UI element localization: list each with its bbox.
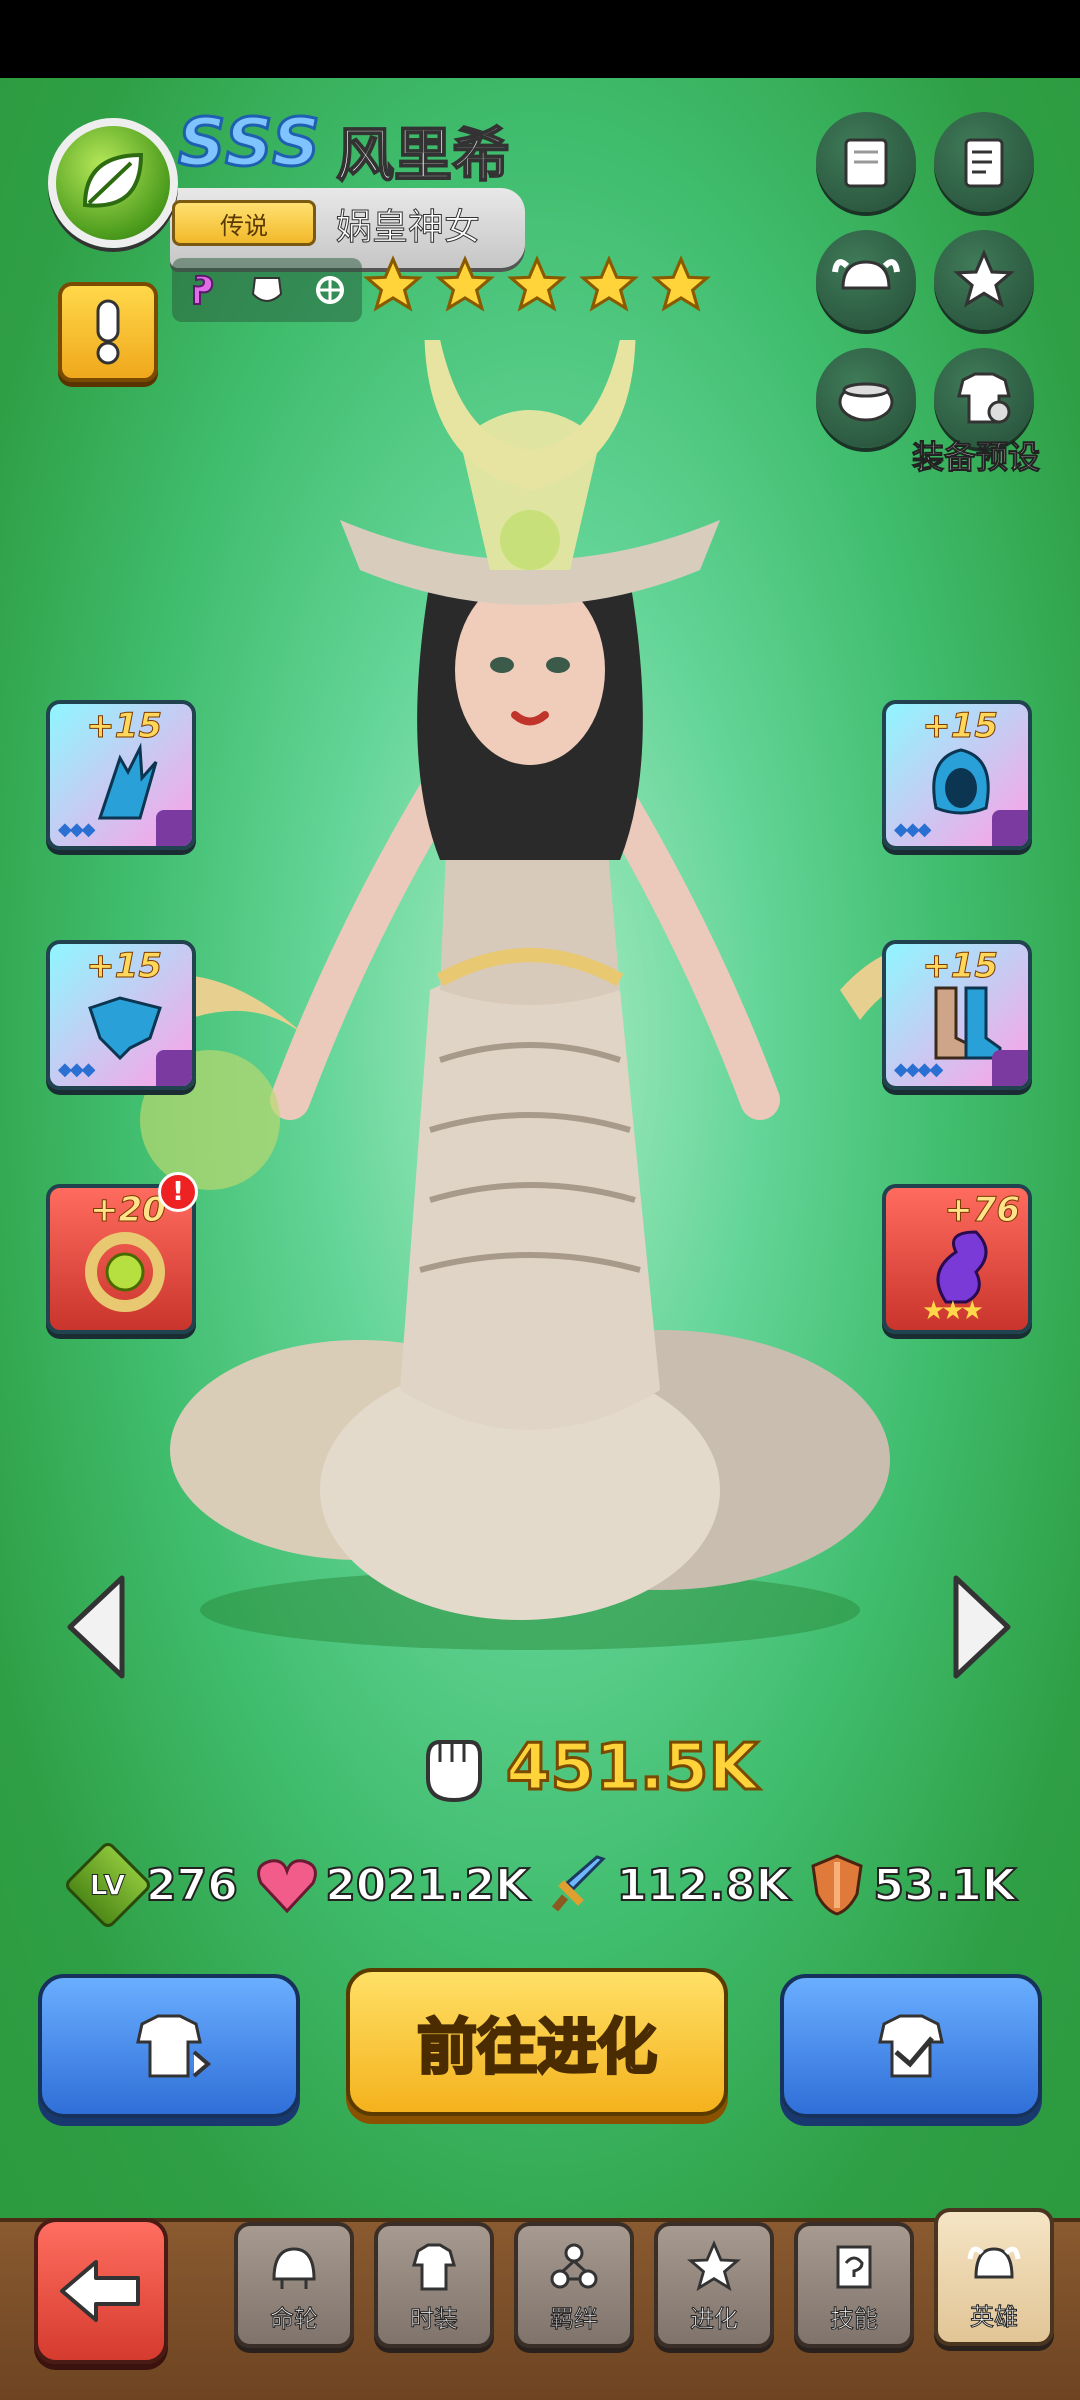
- tab-destiny-wheel[interactable]: 命轮: [234, 2222, 354, 2348]
- star-icon: [687, 2240, 741, 2292]
- lock-icon: [156, 810, 192, 846]
- star-icon: [579, 255, 639, 312]
- tab-label: 时装: [410, 2305, 459, 2334]
- combat-power: 451.5K: [418, 1728, 760, 1808]
- gem-sockets: ◆◆◆: [894, 819, 932, 840]
- trait-icons: [172, 258, 362, 322]
- tab-evolve[interactable]: 进化: [654, 2222, 774, 2348]
- lock-icon: [992, 1050, 1028, 1086]
- armor-equip-icon: [878, 2014, 944, 2078]
- tab-heroes[interactable]: 英雄: [934, 2208, 1054, 2346]
- stat-attack: 112.8K: [547, 1853, 791, 1917]
- tab-label: 羁绊: [550, 2305, 599, 2334]
- tab-fashion[interactable]: 时装: [374, 2222, 494, 2348]
- viking-helmet-icon: [967, 2246, 1021, 2279]
- lock-icon: [992, 810, 1028, 846]
- leaf-element-icon: [48, 118, 178, 248]
- status-bar: [0, 0, 1080, 78]
- stat-level: LV 276: [62, 1839, 239, 1931]
- viking-swap-icon: [832, 259, 900, 290]
- hp-value: 2021.2K: [324, 1859, 530, 1912]
- stat-hp: 2021.2K: [255, 1855, 530, 1915]
- hero-star-rating: [362, 254, 712, 316]
- equip-level: +15: [86, 946, 163, 987]
- stat-defense: 53.1K: [807, 1852, 1017, 1918]
- helmet-icon: [272, 2247, 316, 2289]
- armor-trait-icon[interactable]: [245, 268, 289, 312]
- hero-story-button[interactable]: [934, 112, 1034, 212]
- scroll-icon: [836, 2245, 872, 2289]
- scroll-icon: [964, 138, 1004, 188]
- gem-sockets: ◆◆◆◆: [894, 1059, 943, 1080]
- shirt-icon: [412, 2243, 456, 2291]
- equipment-preset-label: 装备预设: [911, 438, 1041, 477]
- back-button[interactable]: [34, 2218, 168, 2364]
- level-badge-icon: LV: [62, 1839, 154, 1931]
- hero-name: 风里希: [335, 120, 511, 190]
- armor-swap-icon: [136, 2014, 212, 2078]
- hero-bio-button[interactable]: [816, 112, 916, 212]
- equip-slot-weapon[interactable]: +15 ◆◆◆: [46, 700, 196, 850]
- star-icon: [435, 255, 495, 312]
- tab-label: 命轮: [270, 2305, 319, 2334]
- attack-value: 112.8K: [616, 1859, 791, 1912]
- cauldron-button[interactable]: [816, 348, 916, 448]
- hero-stage: SSS 风里希 传说 娲皇神女 装备预设 +15 ◆◆◆ +15 ◆◆◆ +20…: [0, 78, 1080, 2218]
- book-icon: [844, 138, 888, 188]
- power-value: 451.5K: [504, 1730, 759, 1807]
- auto-equip-button[interactable]: [780, 1974, 1042, 2118]
- back-arrow-icon: [60, 2260, 140, 2322]
- go-evolve-button[interactable]: 前往进化: [346, 1968, 728, 2116]
- info-button[interactable]: [58, 282, 158, 382]
- hero-stats: LV 276 2021.2K 112.8K 53.1K: [62, 1839, 1017, 1931]
- star-swap-button[interactable]: [934, 230, 1034, 330]
- next-hero-arrow[interactable]: [946, 1572, 1016, 1682]
- shirt-gear-icon: [957, 372, 1011, 424]
- tab-label: 技能: [830, 2305, 879, 2334]
- equip-slot-pet[interactable]: +76 ★★★: [882, 1184, 1032, 1334]
- rarity-badge: 传说: [172, 200, 316, 246]
- previous-hero-arrow[interactable]: [62, 1572, 132, 1682]
- lock-icon: [156, 1050, 192, 1086]
- cauldron-icon: [838, 382, 894, 422]
- ring-icon: [85, 1232, 165, 1312]
- tab-skills[interactable]: 技能: [794, 2222, 914, 2348]
- tab-label: 英雄: [970, 2303, 1019, 2332]
- shield-icon: [811, 1854, 863, 1916]
- gem-sockets: ◆◆◆: [58, 819, 96, 840]
- defense-value: 53.1K: [872, 1859, 1017, 1912]
- equip-level: +20: [90, 1190, 167, 1231]
- tab-bond[interactable]: 羁绊: [514, 2222, 634, 2348]
- pet-star-rating: ★★★: [922, 1296, 984, 1326]
- exclamation-icon: [96, 299, 120, 365]
- fist-icon: [426, 1740, 482, 1803]
- equip-slot-boots[interactable]: +15 ◆◆◆◆: [882, 940, 1032, 1090]
- equip-level: +15: [86, 706, 163, 747]
- equip-level: +15: [922, 706, 999, 747]
- alert-badge: !: [158, 1172, 198, 1212]
- level-value: 276: [145, 1859, 239, 1912]
- link-icon: [550, 2243, 598, 2289]
- star-icon: [507, 255, 567, 312]
- star-refresh-icon: [953, 249, 1015, 308]
- support-trait-icon[interactable]: [308, 268, 352, 312]
- swap-hero-button[interactable]: [816, 230, 916, 330]
- equip-slot-helmet[interactable]: +15 ◆◆◆: [882, 700, 1032, 850]
- hero-title: 娲皇神女: [335, 207, 481, 249]
- unequip-all-button[interactable]: [38, 1974, 300, 2118]
- gem-sockets: ◆◆◆: [58, 1059, 96, 1080]
- tab-label: 进化: [690, 2305, 739, 2334]
- sword-icon: [551, 1855, 606, 1912]
- hero-rank: SSS: [177, 103, 322, 183]
- equip-slot-armor[interactable]: +15 ◆◆◆: [46, 940, 196, 1090]
- star-icon: [363, 255, 423, 312]
- equip-level: +15: [922, 946, 999, 987]
- star-icon: [651, 255, 711, 312]
- equip-level: +76: [944, 1190, 1021, 1231]
- hero-character-art: [100, 340, 960, 1650]
- heart-icon: [257, 1859, 318, 1914]
- cobra-trait-icon[interactable]: [182, 268, 226, 312]
